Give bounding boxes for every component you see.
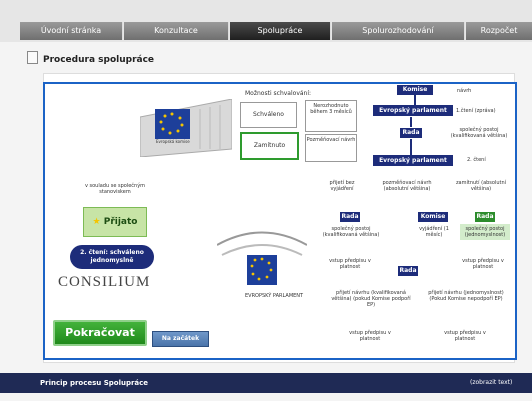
text-prijeti-kval: přijetí návrhu (kvalifikovaná většina) (… bbox=[331, 290, 411, 308]
prijato-label: Přijato bbox=[103, 217, 138, 227]
label-navrh: návrh bbox=[457, 88, 472, 94]
tab-spolurozhodovani[interactable]: Spolurozhodování bbox=[332, 22, 465, 40]
text-komise-mid: vyjádření (1 měsíc) bbox=[419, 226, 449, 238]
european-commission-building-icon bbox=[140, 99, 232, 157]
prijato-box: ★ Přijato bbox=[83, 207, 147, 237]
continue-button[interactable]: Pokračovat bbox=[53, 320, 147, 346]
footer-label: Princip procesu Spolupráce bbox=[40, 379, 149, 387]
tab-rozpocet[interactable]: Rozpočet bbox=[466, 22, 532, 40]
label-prijeti-bez: přijetí bez vyjádření bbox=[329, 180, 355, 192]
node-rada-right: Rada bbox=[475, 212, 495, 222]
label-common-position: společný postoj (kvalifikovaná většina) bbox=[450, 127, 508, 139]
text-vstup-left: vstup předpisu v platnost bbox=[329, 258, 371, 270]
parliament-caption: EVROPSKÝ PARLAMENT bbox=[245, 293, 304, 299]
left-note: v souladu se společným stanoviskem bbox=[84, 183, 146, 195]
text-rada-right: společný postoj (jednomyslnost) bbox=[460, 224, 510, 240]
option-pozmenovaci-navrh: Pozměňovací návrh bbox=[305, 134, 357, 162]
consilium-logo-text: CONSILIUM bbox=[58, 274, 151, 290]
node-rada: Rada bbox=[400, 128, 422, 138]
node-rada-left: Rada bbox=[340, 212, 360, 222]
text-vstup-bottom-right: vstup předpisu v platnost bbox=[444, 330, 486, 342]
label-second-reading: 2. čtení bbox=[467, 157, 486, 163]
document-icon bbox=[27, 51, 38, 64]
tab-konzultace[interactable]: Konzultace bbox=[124, 22, 229, 40]
show-text-link[interactable]: (zobrazit text) bbox=[470, 373, 512, 393]
node-komise: Komise bbox=[397, 85, 433, 95]
tab-spoluprace[interactable]: Spolupráce bbox=[230, 22, 331, 40]
node-rada-bottom: Rada bbox=[398, 266, 418, 276]
page-title: Procedura spolupráce bbox=[43, 55, 155, 65]
approval-options-title: Možnosti schvalování: bbox=[245, 90, 312, 97]
option-zamitnuto: Zamítnuto bbox=[240, 132, 299, 160]
node-ep: Evropský parlament bbox=[373, 105, 453, 116]
second-reading-badge: 2. čtení: schváleno jednomyslně bbox=[70, 245, 154, 269]
option-schvaleno: Schváleno bbox=[240, 102, 297, 128]
arrow bbox=[410, 139, 412, 155]
option-nerozhodnuto: Nerozhodnuto během 3 měsíců bbox=[305, 100, 357, 132]
text-vstup-right: vstup předpisu v platnost bbox=[462, 258, 504, 270]
text-rada-left: společný postoj (kvalifikovaná většina) bbox=[322, 226, 380, 238]
to-start-button[interactable]: Na začátek bbox=[152, 331, 209, 347]
text-prijeti-jedn: přijetí návrhu (jednomyslnost) (Pokud Ko… bbox=[428, 290, 504, 302]
ec-caption: Evropská komise bbox=[156, 139, 190, 144]
star-icon: ★ bbox=[92, 217, 101, 227]
node-komise-mid: Komise bbox=[418, 212, 448, 222]
node-ep-second: Evropský parlament bbox=[373, 155, 453, 166]
label-first-reading: 1.čtení (zpráva) bbox=[456, 108, 496, 114]
arrow bbox=[410, 117, 412, 127]
label-zamitnuti: zamítnutí (absolutní většina) bbox=[455, 180, 507, 192]
tab-uvodni-stranka[interactable]: Úvodní stránka bbox=[20, 22, 123, 40]
text-vstup-bottom-left: vstup předpisu v platnost bbox=[349, 330, 391, 342]
label-pozmenovaci: pozměňovací návrh (absolutní většina) bbox=[382, 180, 432, 192]
european-parliament-building-icon bbox=[217, 231, 307, 285]
arrow bbox=[414, 95, 416, 105]
